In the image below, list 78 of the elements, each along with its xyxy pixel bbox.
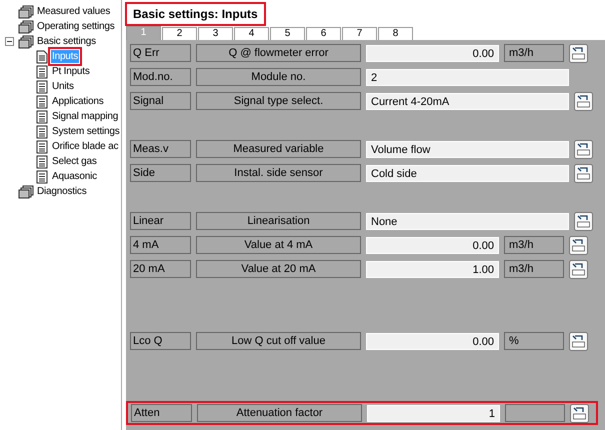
value-field: 0.00	[366, 332, 499, 350]
value-field: 1.00	[366, 260, 499, 278]
tab[interactable]: 4	[234, 27, 269, 40]
value-field: 2	[366, 68, 569, 86]
tree-item[interactable]: Orifice blade ac	[51, 140, 120, 153]
tree-item[interactable]: Measured values	[36, 5, 112, 18]
unit-label: %	[504, 332, 564, 350]
tree-item[interactable]: Applications	[51, 95, 105, 108]
parameter-name: Attenuation factor	[197, 404, 362, 422]
parameter-code: Meas.v	[130, 140, 191, 158]
document-icon	[35, 50, 49, 64]
parameter-name: Measured variable	[196, 140, 361, 158]
list-icon	[35, 140, 49, 154]
list-icon	[35, 94, 49, 108]
value-field: 1	[367, 404, 500, 422]
value-field: Cold side	[366, 164, 569, 182]
tree-item[interactable]: Diagnostics	[36, 185, 88, 198]
list-icon	[35, 154, 49, 168]
parameter-code: Lco Q	[130, 332, 191, 350]
tree-item[interactable]: System settings	[51, 125, 121, 138]
tab[interactable]: 8	[378, 27, 413, 40]
edit-button[interactable]	[569, 236, 588, 254]
parameter-name: Linearisation	[196, 212, 361, 230]
collapse-toggle[interactable]	[5, 37, 14, 46]
parameter-name: Value at 20 mA	[196, 260, 361, 278]
unit-label: m3/h	[504, 236, 564, 254]
parameter-name: Instal. side sensor	[196, 164, 361, 182]
folder-stack-icon	[18, 184, 34, 198]
tab[interactable]: 2	[162, 27, 197, 40]
edit-button[interactable]	[574, 212, 593, 230]
edit-button[interactable]	[570, 404, 589, 422]
tree-item[interactable]: Pt Inputs	[51, 65, 91, 78]
unit-label: m3/h	[504, 44, 564, 62]
edit-button[interactable]	[569, 44, 588, 62]
tab[interactable]: 7	[342, 27, 377, 40]
value-field: None	[366, 212, 569, 230]
folder-stack-icon	[18, 20, 34, 34]
tree-item[interactable]: Aquasonic	[51, 170, 98, 183]
list-icon	[35, 110, 49, 124]
parameter-code: Side	[130, 164, 191, 182]
edit-button[interactable]	[569, 260, 588, 278]
parameter-name: Low Q cut off value	[196, 332, 361, 350]
parameter-code: 20 mA	[130, 260, 191, 278]
edit-button[interactable]	[569, 332, 588, 350]
tree-item[interactable]: Signal mapping	[51, 110, 120, 123]
page-title: Basic settings: Inputs	[128, 5, 263, 23]
parameter-code: Linear	[130, 212, 191, 230]
edit-button[interactable]	[574, 140, 593, 158]
tab[interactable]: 3	[198, 27, 233, 40]
value-field: Current 4-20mA	[366, 92, 569, 110]
value-field: Volume flow	[366, 140, 569, 158]
tab[interactable]: 5	[270, 27, 305, 40]
tree-item[interactable]: Operating settings	[36, 20, 116, 33]
edit-button[interactable]	[574, 92, 593, 110]
parameter-name: Module no.	[196, 68, 361, 86]
value-field: 0.00	[366, 44, 499, 62]
unit-label: m3/h	[504, 260, 564, 278]
parameter-code: Q Err	[130, 44, 191, 62]
parameter-code: Atten	[131, 404, 192, 422]
list-icon	[35, 124, 49, 138]
tree-item[interactable]: Select gas	[51, 155, 98, 168]
list-icon	[35, 64, 49, 78]
tree-item[interactable]: Units	[51, 80, 75, 93]
tab[interactable]: 6	[306, 27, 341, 40]
parameter-code: Mod.no.	[130, 68, 191, 86]
edit-button[interactable]	[574, 164, 593, 182]
unit-box	[505, 404, 565, 422]
folder-stack-icon	[18, 4, 34, 18]
parameter-code: Signal	[130, 92, 191, 110]
list-icon	[35, 170, 49, 184]
tree-item[interactable]: Basic settings	[36, 35, 97, 48]
parameter-name: Value at 4 mA	[196, 236, 361, 254]
value-field: 0.00	[366, 236, 499, 254]
folder-stack-icon	[18, 34, 34, 48]
list-icon	[35, 80, 49, 94]
parameter-name: Q @ flowmeter error	[196, 44, 361, 62]
parameter-code: 4 mA	[130, 236, 191, 254]
parameter-name: Signal type select.	[196, 92, 361, 110]
